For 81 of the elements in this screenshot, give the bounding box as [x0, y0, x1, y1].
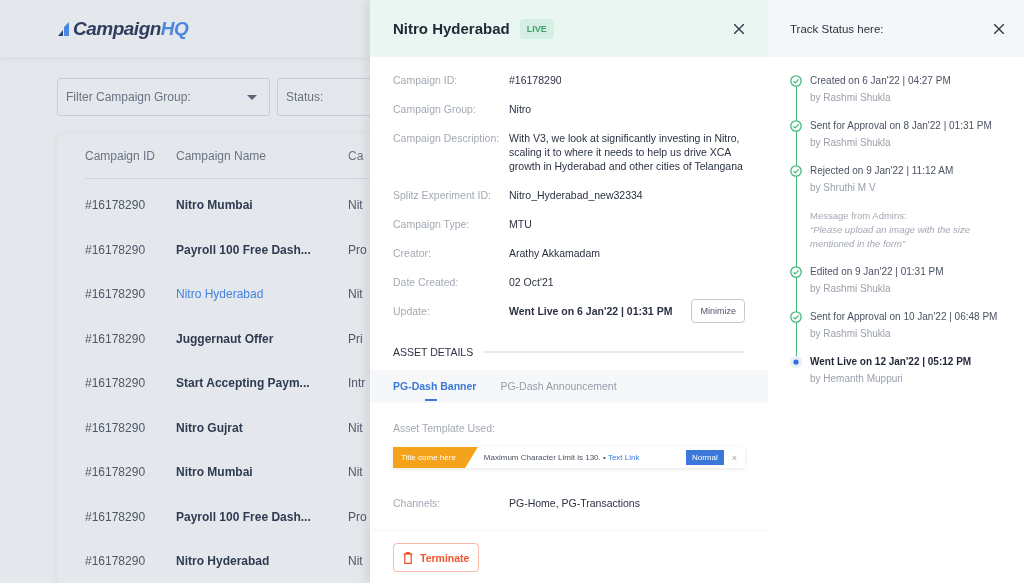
field-label: Update:	[393, 304, 431, 318]
field-value: 02 Oct'21	[509, 275, 554, 289]
table-cell[interactable]: Nitro Hyderabad	[176, 554, 348, 569]
field-value: #16178290	[509, 73, 562, 87]
banner-title: Title come here	[393, 447, 478, 468]
table-cell: Nit	[348, 465, 363, 480]
banner-link[interactable]: Text Link	[607, 453, 640, 462]
section-title: ASSET DETAILS	[393, 346, 474, 358]
table-cell-text: #16178290	[85, 465, 147, 480]
table-cell-text: #16178290	[85, 198, 147, 213]
field-value: Arathy Akkamadam	[509, 246, 601, 260]
terminate-button[interactable]: Terminate	[393, 543, 480, 572]
table-cell-text: #16178290	[85, 287, 147, 302]
current-dot-icon	[790, 356, 802, 368]
field-label: Campaign Group:	[393, 102, 477, 116]
table-cell[interactable]: Payroll 100 Free Dash...	[176, 242, 348, 257]
table-cell: Nit	[348, 287, 363, 302]
table-cell: Intr	[348, 376, 366, 391]
table-cell: Pro	[348, 242, 367, 257]
field-label: Splitz Experiment ID:	[393, 188, 493, 202]
panel-title: Nitro Hyderabad	[393, 20, 510, 37]
column-header: Ca	[348, 149, 364, 163]
table-cell: Pro	[348, 509, 367, 524]
event-author: by Hemanth Muppuri	[810, 372, 904, 386]
banner-button[interactable]: Normal	[685, 450, 724, 465]
table-cell-text: #16178290	[85, 554, 147, 569]
table-cell-text: #16178290	[85, 509, 147, 524]
field-value: Nitro_Hyderabad_new32334	[509, 188, 643, 202]
field-label: Campaign Type:	[393, 217, 471, 231]
table-cell[interactable]: Nitro Mumbai	[176, 465, 348, 480]
event-author: by Rashmi Shukla	[810, 282, 892, 296]
table-cell[interactable]: Nitro Mumbai	[176, 198, 348, 213]
table-cell-text: #16178290	[85, 376, 147, 391]
column-header: Campaign ID	[85, 149, 157, 163]
field-label: Date Created:	[393, 275, 460, 289]
table-cell-text: #16178290	[85, 420, 147, 435]
close-icon[interactable]	[994, 23, 1004, 34]
logo-icon	[57, 20, 71, 37]
banner-text: Maximum Character Limit is 130. • Text Link	[483, 453, 641, 462]
event-author: by Rashmi Shukla	[810, 327, 892, 341]
tab[interactable]: PG-Dash Banner	[393, 371, 477, 402]
field-value: Went Live on 6 Jan'22 | 01:31 PM	[509, 304, 673, 318]
field-label: Campaign Description:	[393, 131, 501, 146]
table-cell[interactable]: Nitro Gujrat	[176, 420, 348, 435]
event-title: Sent for Approval on 10 Jan'22 | 06:48 PM	[810, 310, 998, 324]
table-cell: Nit	[348, 198, 363, 213]
event-title: Went Live on 12 Jan'22 | 05:12 PM	[810, 355, 972, 369]
field-value: With V3, we look at significantly investing in Nitro, scaling it to where it needs to help us drive XCA growth in Hyderabad and other cities of Telangana	[509, 131, 744, 173]
field-label: Asset Template Used:	[392, 421, 496, 434]
field-label: Creator:	[393, 246, 432, 260]
table-cell: Nit	[348, 420, 363, 435]
table-cell[interactable]: Start Accepting Paym...	[176, 376, 348, 391]
table-cell-text: #16178290	[85, 331, 147, 346]
event-title: Edited on 9 Jan'22 | 01:31 PM	[810, 265, 944, 279]
field-value: Nitro	[509, 102, 532, 116]
table-cell[interactable]: Payroll 100 Free Dash...	[176, 509, 348, 524]
field-label: Campaign ID:	[393, 73, 459, 87]
close-icon[interactable]	[734, 23, 744, 34]
caret-icon	[247, 94, 257, 100]
field-label: Channels:	[393, 496, 442, 510]
trash-icon	[403, 551, 413, 564]
event-author: by Shruthi M V	[810, 181, 877, 195]
table-cell: Pri	[348, 331, 363, 346]
column-header: Campaign Name	[176, 149, 268, 163]
field-value: MTU	[509, 217, 532, 231]
filter-dropdown[interactable]: Filter Campaign Group:	[57, 78, 270, 116]
event-title: Sent for Approval on 8 Jan'22 | 01:31 PM	[810, 119, 992, 133]
message-text: “Please upload an image with the size mentioned in the form”	[810, 223, 971, 251]
panel-title: Track Status here:	[790, 22, 884, 35]
event-author: by Rashmi Shukla	[810, 136, 892, 150]
logo[interactable]: CampaignHQ	[73, 17, 189, 40]
table-cell: Nit	[348, 554, 363, 569]
table-cell[interactable]: Juggernaut Offer	[176, 331, 348, 346]
status-badge: LIVE	[519, 18, 554, 39]
event-title: Created on 6 Jan'22 | 04:27 PM	[810, 74, 951, 88]
message-label: Message from Admins:	[810, 209, 908, 223]
field-value: PG-Home, PG-Transactions	[509, 496, 641, 510]
event-author: by Rashmi Shukla	[810, 91, 892, 105]
event-title: Rejected on 9 Jan'22 | 11:12 AM	[810, 164, 955, 178]
table-cell-text: #16178290	[85, 242, 147, 257]
minimize-button[interactable]: Minimize	[691, 299, 745, 323]
